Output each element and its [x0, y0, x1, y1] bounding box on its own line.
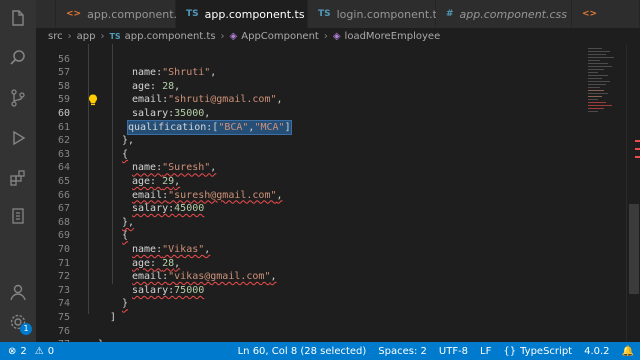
scroll-thumb[interactable] — [629, 204, 639, 294]
chevron-right-icon: › — [67, 30, 72, 42]
method-icon: ◈ — [332, 30, 341, 42]
code-line: 76 } — [36, 311, 586, 342]
tab-label: login.component.ts — [336, 7, 443, 21]
minimap[interactable] — [586, 44, 626, 342]
error-marker — [635, 156, 640, 158]
cursor-position[interactable]: Ln 60, Col 8 (28 selected) — [238, 346, 367, 357]
code-line: 56 name:"Shruti", — [36, 44, 586, 79]
breadcrumb-item[interactable]: app — [77, 31, 96, 42]
css-file-icon: # — [446, 9, 454, 19]
error-count: 2 — [20, 345, 27, 357]
breadcrumb-item[interactable]: app.component.ts — [125, 31, 216, 42]
search-icon[interactable] — [8, 48, 28, 68]
breadcrumb-item[interactable]: AppComponent — [241, 31, 319, 42]
source-control-icon[interactable] — [8, 88, 28, 108]
code-line: 73 } — [36, 270, 586, 310]
tab-app-component-html[interactable]: <> app.component.html — [56, 0, 202, 28]
code-line: 63 name:"Suresh", — [36, 134, 586, 174]
end-of-line[interactable]: LF — [480, 346, 491, 357]
code-line: 62 { — [36, 121, 586, 160]
tab-login-component-ts[interactable]: TS login.component.ts — [308, 0, 443, 28]
tab-label: app.component.ts — [204, 7, 305, 21]
code-line: 57 age: 28, — [36, 53, 586, 92]
braces-icon: {} — [503, 345, 517, 357]
breadcrumb-item[interactable]: src — [48, 31, 63, 42]
code-editor[interactable]: 56 name:"Shruti", 57 age: 28, 58 email:"… — [36, 44, 586, 342]
code-line: 77 — [36, 325, 586, 342]
breadcrumb-item[interactable]: loadMoreEmployee — [345, 31, 441, 42]
code-line: 66 salary:45000 — [36, 175, 586, 215]
settings-badge: 1 — [20, 323, 32, 335]
code-line: 65 email:"suresh@gmail.com", — [36, 161, 586, 201]
tab-overflow — [36, 0, 56, 28]
ts-file-icon: TS — [186, 9, 199, 19]
testing-icon[interactable] — [8, 206, 28, 226]
tab-label: app.component.css — [459, 7, 567, 21]
warning-count: 0 — [47, 345, 55, 357]
tab-app-component-css[interactable]: # app.component.css — [436, 0, 572, 28]
ts-file-icon: TS — [109, 31, 121, 41]
breadcrumb: src › app › TS app.component.ts › ◈ AppC… — [36, 28, 640, 44]
code-line: 72 salary:75000 — [36, 257, 586, 296]
html-file-icon: <> — [582, 9, 598, 19]
chevron-right-icon: › — [100, 30, 105, 42]
code-line: 59 salary:35000, — [36, 80, 586, 119]
error-marker — [635, 148, 640, 150]
tab-app-component-ts[interactable]: TS app.component.ts — [176, 0, 308, 28]
language-label: TypeScript — [520, 345, 573, 357]
code-line: 68 { — [36, 202, 586, 242]
code-line: 74 ] — [36, 284, 586, 323]
error-marker — [635, 140, 640, 142]
code-line: 64 age: 29, — [36, 148, 586, 187]
code-line: 67 }, — [36, 189, 586, 228]
problems-indicator[interactable]: ⊗ 2 ⚠ 0 — [0, 346, 54, 357]
class-icon: ◈ — [229, 30, 238, 42]
notifications-bell-icon[interactable]: 🔔 — [622, 346, 634, 357]
run-debug-icon[interactable] — [8, 128, 28, 148]
extensions-icon[interactable] — [8, 168, 28, 188]
error-icon: ⊗ — [8, 345, 17, 357]
code-line: 61 }, — [36, 107, 586, 147]
chevron-right-icon: › — [323, 30, 328, 42]
indentation[interactable]: Spaces: 2 — [378, 346, 427, 357]
explorer-icon[interactable] — [8, 8, 28, 28]
account-icon[interactable] — [8, 282, 28, 302]
language-mode[interactable]: {} TypeScript — [503, 346, 572, 357]
status-bar: ⊗ 2 ⚠ 0 Ln 60, Col 8 (28 selected) Space… — [0, 342, 640, 360]
encoding[interactable]: UTF-8 — [439, 346, 468, 357]
tab-more[interactable]: <> — [572, 0, 640, 28]
settings-icon[interactable]: 1 — [8, 312, 32, 335]
ts-version[interactable]: 4.0.2 — [584, 346, 609, 357]
code-line: 69 name:"Vikas", — [36, 216, 586, 255]
ts-file-icon: TS — [318, 9, 331, 19]
tab-bar: <> app.component.html TS app.component.t… — [36, 0, 640, 28]
html-file-icon: <> — [66, 9, 82, 19]
chevron-right-icon: › — [220, 30, 225, 42]
activity-bar: 1 — [0, 0, 36, 342]
code-line: 71 email:"vikas@gmail.com", — [36, 243, 586, 283]
code-line: 70 age: 28, — [36, 229, 586, 269]
warning-icon: ⚠ — [34, 345, 44, 357]
code-line-selected: 60 qualification:["BCA","MCA"] — [36, 93, 586, 136]
vertical-scrollbar[interactable] — [626, 44, 640, 342]
code-line: 58 email:"shruti@gmail.com", — [36, 66, 586, 106]
code-line: 75 — [36, 297, 586, 323]
